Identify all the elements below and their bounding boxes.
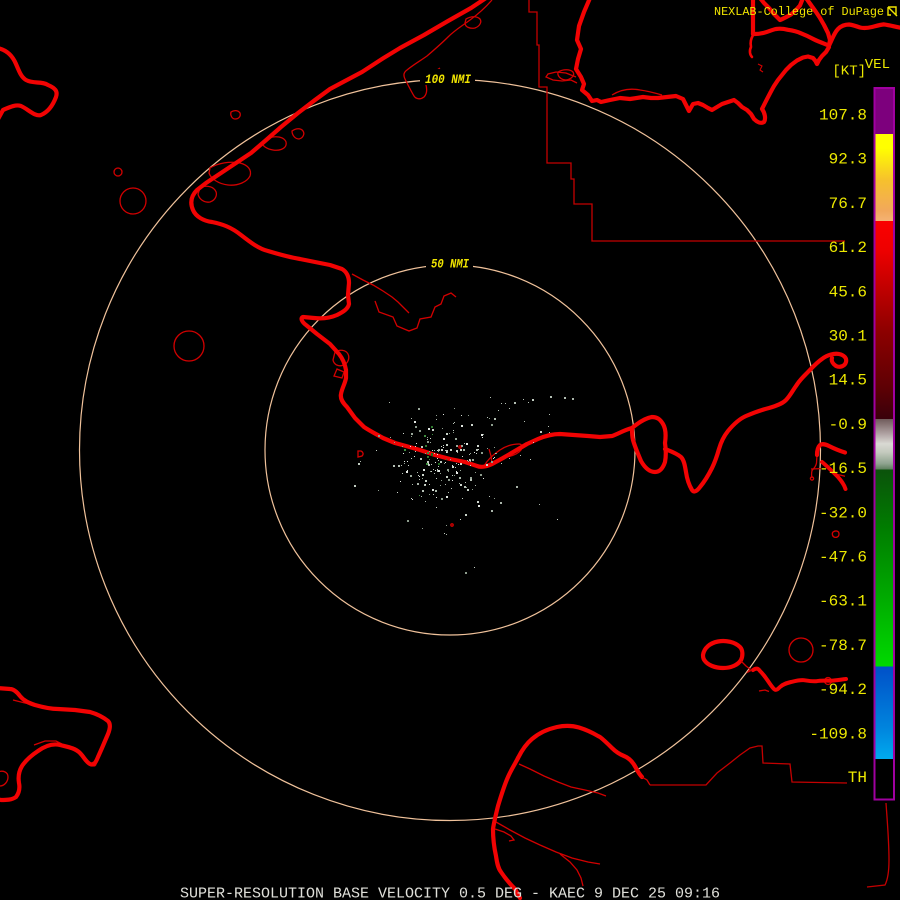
- svg-text:-109.8: -109.8: [809, 725, 867, 743]
- svg-text:-78.7: -78.7: [819, 637, 867, 655]
- svg-text:-47.6: -47.6: [819, 549, 867, 567]
- svg-text:76.7: 76.7: [829, 195, 867, 213]
- svg-text:TH: TH: [848, 769, 867, 787]
- svg-text:VEL: VEL: [865, 57, 890, 73]
- svg-text:45.6: 45.6: [829, 283, 867, 301]
- svg-text:[KT]: [KT]: [832, 64, 866, 80]
- svg-text:-94.2: -94.2: [819, 681, 867, 699]
- svg-text:NEXLAB-College of DuPage: NEXLAB-College of DuPage: [714, 5, 884, 19]
- svg-text:-63.1: -63.1: [819, 593, 867, 611]
- svg-text:61.2: 61.2: [829, 239, 867, 257]
- svg-text:-16.5: -16.5: [819, 460, 867, 478]
- svg-text:100 NMI: 100 NMI: [425, 72, 471, 87]
- svg-text:30.1: 30.1: [829, 328, 867, 346]
- svg-text:14.5: 14.5: [829, 372, 867, 390]
- svg-text:-32.0: -32.0: [819, 504, 867, 522]
- svg-text:107.8: 107.8: [819, 107, 867, 125]
- svg-text:50 NMI: 50 NMI: [431, 257, 469, 272]
- svg-text:-0.9: -0.9: [829, 416, 867, 434]
- svg-text:SUPER-RESOLUTION BASE VELOCITY: SUPER-RESOLUTION BASE VELOCITY 0.5 DEG -…: [180, 886, 720, 900]
- svg-text:92.3: 92.3: [829, 151, 867, 169]
